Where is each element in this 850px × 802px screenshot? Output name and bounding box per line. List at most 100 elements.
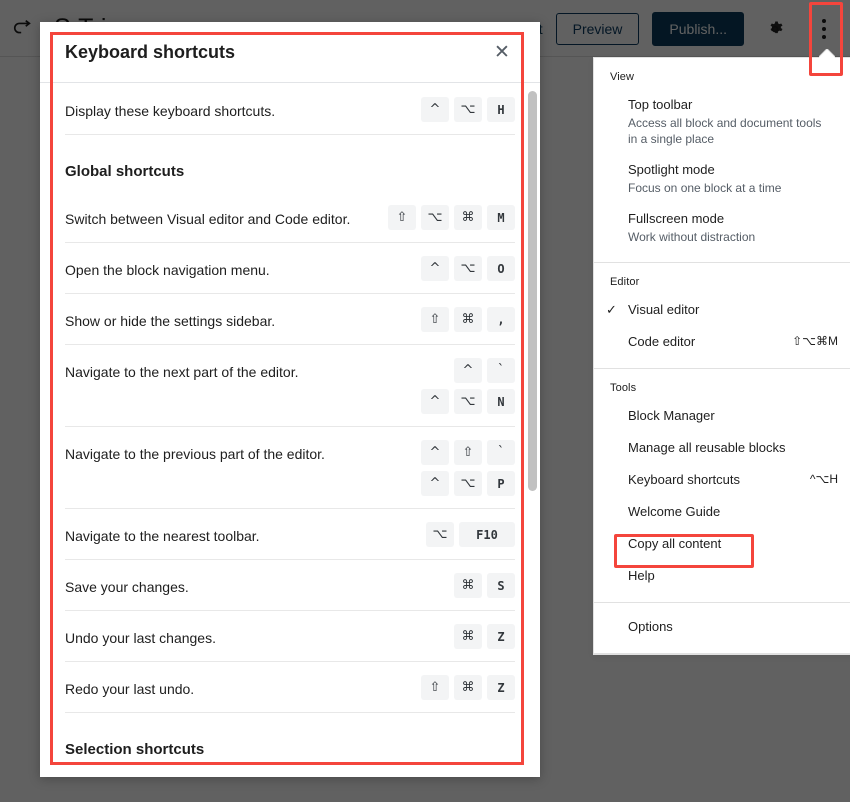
shortcut-description: Switch between Visual editor and Code ed…	[65, 211, 351, 227]
key-cap: H	[487, 97, 515, 122]
shortcut-key-row: ^ ⌥ N	[421, 389, 515, 414]
key-cap: ⌘	[454, 573, 482, 598]
key-cap: ⇧	[454, 440, 482, 465]
shortcut-row: Navigate to the next part of the editor.…	[65, 345, 515, 427]
shortcut-key-row: ^ `	[454, 358, 515, 383]
dropdown-group-options: Options	[594, 603, 850, 654]
shortcut-key-row: ⌘ Z	[454, 624, 515, 649]
key-cap: ^	[454, 358, 482, 383]
menu-item-label: Copy all content	[628, 536, 722, 551]
menu-item-copy-all-content[interactable]: Copy all content	[594, 528, 850, 560]
menu-item-options[interactable]: Options	[594, 611, 850, 643]
shortcut-row: Navigate to the nearest toolbar. ⌥ F10	[65, 509, 515, 560]
key-cap: ⌥	[421, 205, 449, 230]
menu-item-welcome-guide[interactable]: Welcome Guide	[594, 496, 850, 528]
key-cap: N	[487, 389, 515, 414]
key-cap: ⌘	[454, 624, 482, 649]
shortcut-row: Show or hide the settings sidebar. ⇧ ⌘ ,	[65, 294, 515, 345]
key-cap: ⌘	[454, 307, 482, 332]
menu-item-description: Access all block and document tools in a…	[628, 116, 822, 146]
menu-item-help[interactable]: Help	[594, 560, 850, 592]
menu-item-label: Code editor	[628, 334, 696, 349]
menu-item-code-editor[interactable]: Code editor ⇧⌥⌘M	[594, 326, 850, 358]
key-cap: ^	[421, 97, 449, 122]
menu-item-label: Welcome Guide	[628, 504, 721, 519]
shortcut-key-row: ⇧ ⌘ ,	[421, 307, 515, 332]
more-options-dropdown: View Top toolbar Access all block and do…	[593, 57, 850, 655]
shortcut-description: Open the block navigation menu.	[65, 262, 270, 278]
section-title-selection: Selection shortcuts	[65, 741, 205, 758]
screen: S T i Draft Preview Publish... View	[0, 0, 850, 802]
shortcut-key-row: ^ ⌥ H	[421, 97, 515, 122]
key-cap: ⌘	[454, 675, 482, 700]
shortcut-description: Navigate to the next part of the editor.	[65, 364, 299, 380]
key-cap: ^	[421, 389, 449, 414]
menu-item-label: Help	[628, 568, 655, 583]
key-cap: Z	[487, 675, 515, 700]
menu-item-top-toolbar[interactable]: Top toolbar Access all block and documen…	[594, 89, 850, 154]
key-cap: `	[487, 358, 515, 383]
menu-item-label: Spotlight mode	[628, 162, 715, 177]
shortcut-row: Navigate to the previous part of the edi…	[65, 427, 515, 509]
menu-item-label: Keyboard shortcuts	[628, 472, 741, 487]
key-cap: ^	[421, 471, 449, 496]
dropdown-group-tools: Tools Block Manager Manage all reusable …	[594, 369, 850, 603]
key-cap: ⌥	[454, 389, 482, 414]
key-cap: ,	[487, 307, 515, 332]
menu-item-fullscreen-mode[interactable]: Fullscreen mode Work without distraction	[594, 203, 850, 252]
dropdown-caret-icon	[819, 49, 835, 58]
shortcut-key-row: ⇧ ⌥ ⌘ M	[388, 205, 515, 230]
menu-item-description: Work without distraction	[628, 230, 756, 244]
shortcut-description: Display these keyboard shortcuts.	[65, 103, 276, 119]
key-cap: ⌥	[454, 97, 482, 122]
modal-body: Display these keyboard shortcuts. ^ ⌥ H …	[40, 83, 540, 777]
modal-scrollbar-thumb[interactable]	[528, 91, 537, 491]
key-cap: ^	[421, 440, 449, 465]
shortcut-key-row: ^ ⌥ P	[421, 471, 515, 496]
key-cap: ⇧	[421, 307, 449, 332]
shortcut-row: Redo your last undo. ⇧ ⌘ Z	[65, 662, 515, 713]
dropdown-group-title: View	[610, 71, 635, 83]
modal-header: Keyboard shortcuts ✕	[40, 22, 540, 83]
key-cap: ⌘	[454, 205, 482, 230]
key-cap: ⇧	[421, 675, 449, 700]
check-icon: ✓	[606, 302, 617, 317]
menu-item-label: Options	[628, 619, 673, 634]
shortcut-description: Navigate to the previous part of the edi…	[65, 446, 325, 462]
key-cap: F10	[459, 522, 515, 547]
menu-item-spotlight-mode[interactable]: Spotlight mode Focus on one block at a t…	[594, 154, 850, 203]
key-cap: M	[487, 205, 515, 230]
shortcut-keys-group: ^ ⌥ H	[421, 97, 515, 122]
key-cap: ^	[421, 256, 449, 281]
dropdown-group-editor: Editor ✓ Visual editor Code editor ⇧⌥⌘M	[594, 263, 850, 369]
shortcut-description: Redo your last undo.	[65, 681, 195, 697]
menu-item-keyboard-shortcuts[interactable]: Keyboard shortcuts ^⌥H	[594, 464, 850, 496]
shortcut-key-row: ⌥ F10	[426, 522, 515, 547]
shortcut-row: Save your changes. ⌘ S	[65, 560, 515, 611]
shortcut-description: Undo your last changes.	[65, 630, 216, 646]
key-cap: ⌥	[454, 471, 482, 496]
shortcut-key-row: ^ ⇧ `	[421, 440, 515, 465]
menu-item-label: Fullscreen mode	[628, 211, 725, 226]
menu-item-block-manager[interactable]: Block Manager	[594, 400, 850, 432]
modal-title: Keyboard shortcuts	[65, 41, 236, 62]
shortcut-row: Display these keyboard shortcuts. ^ ⌥ H	[65, 83, 515, 135]
dropdown-group-title: Tools	[610, 382, 637, 394]
menu-item-visual-editor[interactable]: ✓ Visual editor	[594, 294, 850, 326]
menu-item-shortcut: ^⌥H	[809, 472, 838, 486]
key-cap: Z	[487, 624, 515, 649]
key-cap: O	[487, 256, 515, 281]
modal-scrollbar[interactable]	[528, 83, 537, 777]
shortcut-description: Navigate to the nearest toolbar.	[65, 528, 260, 544]
shortcut-row: Switch between Visual editor and Code ed…	[65, 192, 515, 243]
shortcut-key-row: ^ ⌥ O	[421, 256, 515, 281]
menu-item-label: Block Manager	[628, 408, 715, 423]
close-icon[interactable]: ✕	[488, 38, 516, 66]
key-cap: ⇧	[388, 205, 416, 230]
key-cap: S	[487, 573, 515, 598]
key-cap: ⌥	[454, 256, 482, 281]
shortcut-description: Show or hide the settings sidebar.	[65, 313, 276, 329]
menu-item-label: Visual editor	[628, 302, 700, 317]
menu-item-manage-reusable-blocks[interactable]: Manage all reusable blocks	[594, 432, 850, 464]
key-cap: `	[487, 440, 515, 465]
